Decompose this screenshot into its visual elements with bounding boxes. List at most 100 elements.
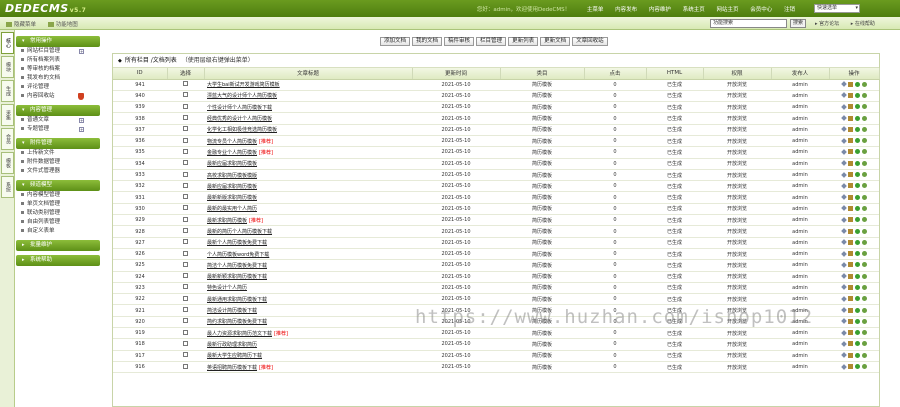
- article-title-link[interactable]: 个人简历模板word免费下载: [207, 252, 269, 258]
- preview-icon[interactable]: [861, 341, 867, 347]
- row-checkbox[interactable]: [183, 318, 188, 324]
- article-title-link[interactable]: 简约求职简历模板免费下载: [207, 319, 267, 325]
- row-checkbox[interactable]: [183, 363, 188, 369]
- approve-icon[interactable]: [854, 330, 860, 336]
- edit-attributes-icon[interactable]: [840, 284, 847, 291]
- article-title-link[interactable]: 最新应届求职简历模板: [207, 161, 257, 167]
- edit-attributes-icon[interactable]: [840, 92, 847, 99]
- edit-attributes-icon[interactable]: [840, 262, 847, 268]
- vtab-6[interactable]: 系统: [1, 176, 14, 198]
- vtab-5[interactable]: 模板: [1, 152, 14, 174]
- approve-icon[interactable]: [854, 104, 860, 110]
- edit-content-icon[interactable]: [847, 194, 853, 200]
- edit-content-icon[interactable]: [847, 138, 853, 144]
- preview-icon[interactable]: [861, 205, 867, 211]
- edit-attributes-icon[interactable]: [840, 103, 847, 110]
- approve-icon[interactable]: [854, 273, 860, 279]
- menu-item[interactable]: 所有档案列表: [16, 56, 100, 65]
- row-checkbox[interactable]: [183, 295, 188, 301]
- preview-icon[interactable]: [861, 92, 867, 98]
- edit-attributes-icon[interactable]: [840, 318, 847, 325]
- article-title-link[interactable]: 大学生bai新试开发游戏简历模板: [207, 82, 280, 88]
- toolbar-button[interactable]: 文章回收站: [572, 37, 608, 46]
- edit-content-icon[interactable]: [847, 205, 853, 211]
- menu-section-header[interactable]: 内容管理: [16, 105, 100, 116]
- article-title-link[interactable]: 最新行政助理求职简历: [207, 342, 257, 348]
- article-title-link[interactable]: 特色设计个人简历: [207, 285, 247, 291]
- row-checkbox[interactable]: [183, 194, 188, 200]
- menu-section-header[interactable]: 批量维护: [16, 240, 100, 251]
- article-title-link[interactable]: 最新通用求职简历模板下载: [207, 297, 267, 303]
- edit-content-icon[interactable]: [847, 262, 853, 268]
- preview-icon[interactable]: [861, 81, 867, 87]
- edit-content-icon[interactable]: [847, 217, 853, 223]
- article-title-link[interactable]: 简洁个人简历模板免费下载: [207, 263, 267, 269]
- edit-content-icon[interactable]: [847, 273, 853, 279]
- preview-icon[interactable]: [861, 228, 867, 234]
- toolbar-button[interactable]: 我的文档: [412, 37, 443, 46]
- row-checkbox[interactable]: [183, 182, 188, 188]
- article-title-link[interactable]: 最人力资源求职简历范文下载: [207, 331, 272, 337]
- hide-menu-button[interactable]: 隐藏菜单: [6, 22, 36, 28]
- edit-attributes-icon[interactable]: [840, 273, 847, 280]
- row-checkbox[interactable]: [183, 137, 188, 143]
- preview-icon[interactable]: [861, 104, 867, 110]
- approve-icon[interactable]: [854, 284, 860, 290]
- row-checkbox[interactable]: [183, 228, 188, 233]
- row-checkbox[interactable]: [183, 81, 188, 87]
- article-title-link[interactable]: 最新个人简历模板免费下载: [207, 240, 267, 246]
- approve-icon[interactable]: [854, 239, 860, 245]
- preview-icon[interactable]: [861, 126, 867, 132]
- approve-icon[interactable]: [854, 172, 860, 178]
- preview-icon[interactable]: [861, 217, 867, 223]
- edit-content-icon[interactable]: [847, 149, 853, 155]
- preview-icon[interactable]: [861, 194, 867, 200]
- edit-content-icon[interactable]: [847, 183, 853, 189]
- article-title-link[interactable]: 英语招聘简历模板下载: [207, 365, 257, 371]
- approve-icon[interactable]: [854, 251, 860, 257]
- menu-item[interactable]: 专题管理 +: [16, 125, 100, 134]
- article-title-link[interactable]: 经典优秀的设计个人简历模板: [207, 116, 272, 122]
- edit-attributes-icon[interactable]: [840, 137, 847, 144]
- menu-item[interactable]: 单页文档管理: [16, 200, 100, 209]
- approve-icon[interactable]: [854, 183, 860, 189]
- edit-attributes-icon[interactable]: [840, 216, 847, 223]
- approve-icon[interactable]: [854, 228, 860, 234]
- edit-content-icon[interactable]: [847, 296, 853, 302]
- row-checkbox[interactable]: [183, 284, 188, 290]
- article-title-link[interactable]: 最新应届求职简历模板: [207, 184, 257, 190]
- edit-attributes-icon[interactable]: [840, 295, 847, 302]
- approve-icon[interactable]: [854, 138, 860, 144]
- edit-content-icon[interactable]: [847, 81, 853, 87]
- approve-icon[interactable]: [854, 115, 860, 121]
- menu-section-header[interactable]: 系统帮助: [16, 255, 100, 266]
- row-checkbox[interactable]: [183, 92, 188, 98]
- approve-icon[interactable]: [854, 126, 860, 132]
- menu-section-header[interactable]: 频道模型: [16, 180, 100, 191]
- nav-site-home[interactable]: 网站主页: [716, 7, 738, 13]
- article-title-link[interactable]: 最新新颖求职简历模板下载: [207, 274, 267, 280]
- approve-icon[interactable]: [854, 341, 860, 347]
- row-checkbox[interactable]: [183, 160, 188, 166]
- toolbar-button[interactable]: 更新文档: [540, 37, 571, 46]
- row-checkbox[interactable]: [183, 340, 188, 346]
- preview-icon[interactable]: [861, 273, 867, 279]
- article-title-link[interactable]: 最新求职简历模板: [207, 218, 247, 224]
- menu-item[interactable]: 内容回收站: [16, 92, 100, 101]
- article-title-link[interactable]: 最新的最实用个人简历: [207, 206, 257, 212]
- preview-icon[interactable]: [861, 364, 867, 370]
- vtab-4[interactable]: 会员: [1, 128, 14, 150]
- edit-content-icon[interactable]: [847, 307, 853, 313]
- add-icon[interactable]: +: [79, 49, 84, 54]
- function-map-button[interactable]: 功能地图: [47, 22, 78, 28]
- article-title-link[interactable]: 金融专业个人简历模板: [207, 150, 257, 156]
- edit-attributes-icon[interactable]: [840, 81, 847, 87]
- preview-icon[interactable]: [861, 239, 867, 245]
- preview-icon[interactable]: [861, 115, 867, 121]
- preview-icon[interactable]: [861, 296, 867, 302]
- edit-content-icon[interactable]: [847, 92, 853, 98]
- row-checkbox[interactable]: [183, 273, 188, 279]
- approve-icon[interactable]: [854, 307, 860, 313]
- row-checkbox[interactable]: [183, 126, 188, 132]
- add-icon[interactable]: +: [79, 127, 84, 132]
